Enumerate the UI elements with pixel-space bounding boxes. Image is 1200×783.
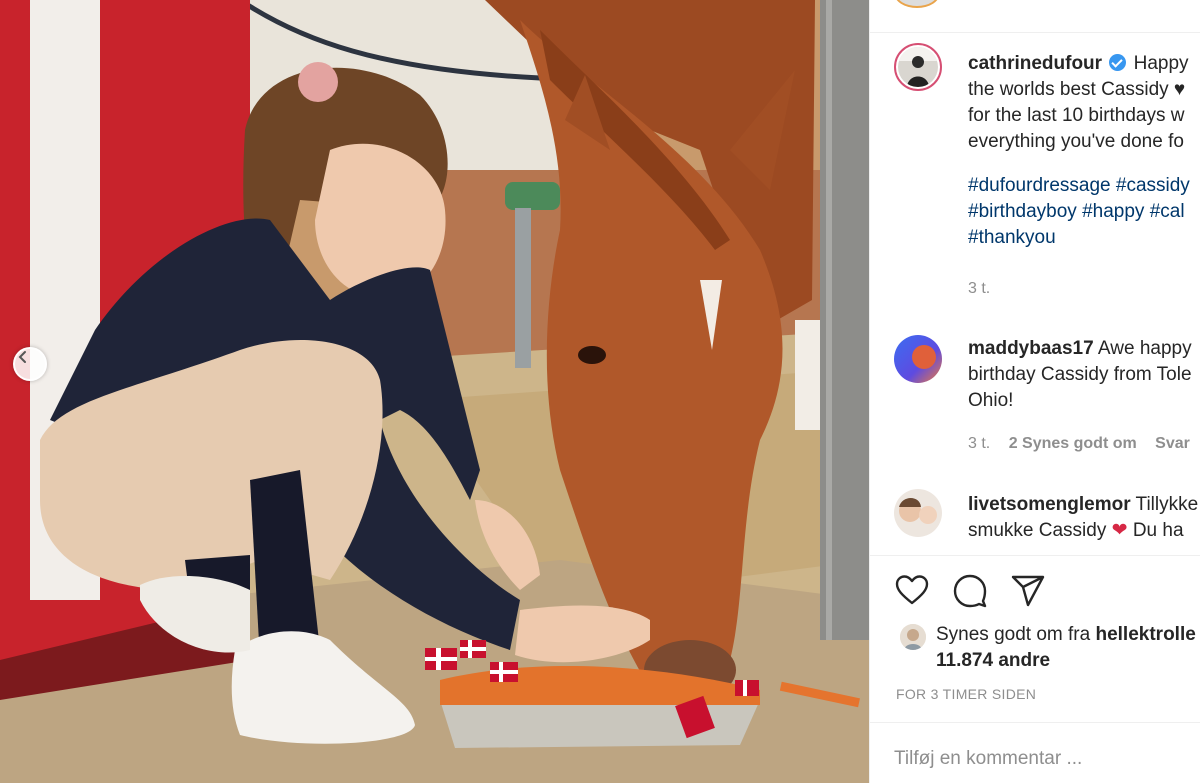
comment-likes-link[interactable]: 2 Synes godt om (1009, 435, 1137, 452)
caption-meta: 3 t. (968, 280, 1004, 298)
comment-meta: 3 t. 2 Synes godt om Svar (968, 435, 1200, 453)
like-button[interactable] (894, 573, 930, 609)
comment-line: Tillykke (1135, 494, 1199, 515)
caption-line: for the last 10 birthdays w (968, 105, 1185, 126)
divider (870, 555, 1200, 556)
hashtag-line[interactable]: #thankyou (968, 225, 1200, 251)
previous-image-button[interactable] (13, 347, 47, 381)
caption-line: everything you've done fo (968, 131, 1184, 152)
author-username[interactable]: cathrinedufour (968, 53, 1102, 74)
chevron-left-icon (18, 351, 26, 363)
likes-prefix: Synes godt om fra (936, 624, 1091, 645)
hashtag-line[interactable]: #birthdayboy #happy #cal (968, 199, 1200, 225)
commenter-avatar[interactable] (894, 335, 942, 383)
comment-line: smukke Cassidy (968, 520, 1107, 541)
divider (870, 722, 1200, 723)
comment-line: Du ha (1132, 520, 1184, 541)
commenter-username[interactable]: maddybaas17 (968, 338, 1094, 359)
author-avatar[interactable] (894, 43, 942, 91)
comments-list[interactable]: cathrinedufour Happy the worlds best Cas… (870, 33, 1200, 555)
liker-avatar[interactable] (900, 624, 926, 650)
caption-line: the worlds best Cassidy ♥ (968, 79, 1186, 100)
post-side-panel: cathrinedufour Happy the worlds best Cas… (869, 0, 1200, 783)
likes-text: Synes godt om fra hellektrolle (936, 622, 1200, 648)
red-heart-icon: ❤ (1111, 520, 1128, 541)
add-comment-input[interactable] (894, 748, 1184, 770)
comment-icon (953, 574, 987, 608)
comment-time: 3 t. (968, 435, 991, 452)
commenter-avatar[interactable] (894, 489, 942, 537)
hashtag-line[interactable]: #dufourdressage #cassidy (968, 173, 1200, 199)
share-icon (1011, 575, 1045, 607)
post-timestamp[interactable]: FOR 3 TIMER SIDEN (896, 686, 1036, 702)
share-button[interactable] (1010, 573, 1046, 609)
verified-badge-icon (1109, 54, 1127, 71)
header-avatar[interactable] (894, 0, 940, 8)
commenter-username[interactable]: livetsomenglemor (968, 494, 1131, 515)
photo-illustration (0, 0, 869, 783)
heart-icon (895, 575, 929, 605)
caption-line: Happy (1133, 53, 1189, 74)
comment-button[interactable] (952, 573, 988, 609)
comment-line: Ohio! (968, 390, 1014, 411)
liker-username[interactable]: hellektrolle (1095, 624, 1195, 645)
likes-count[interactable]: 11.874 andre (936, 648, 1050, 674)
post-photo[interactable] (0, 0, 869, 783)
comment-line: birthday Cassidy from Tole (968, 364, 1192, 385)
comment-line: Awe happy (1097, 338, 1192, 359)
caption-time: 3 t. (968, 280, 991, 297)
reply-button[interactable]: Svar (1155, 435, 1190, 452)
